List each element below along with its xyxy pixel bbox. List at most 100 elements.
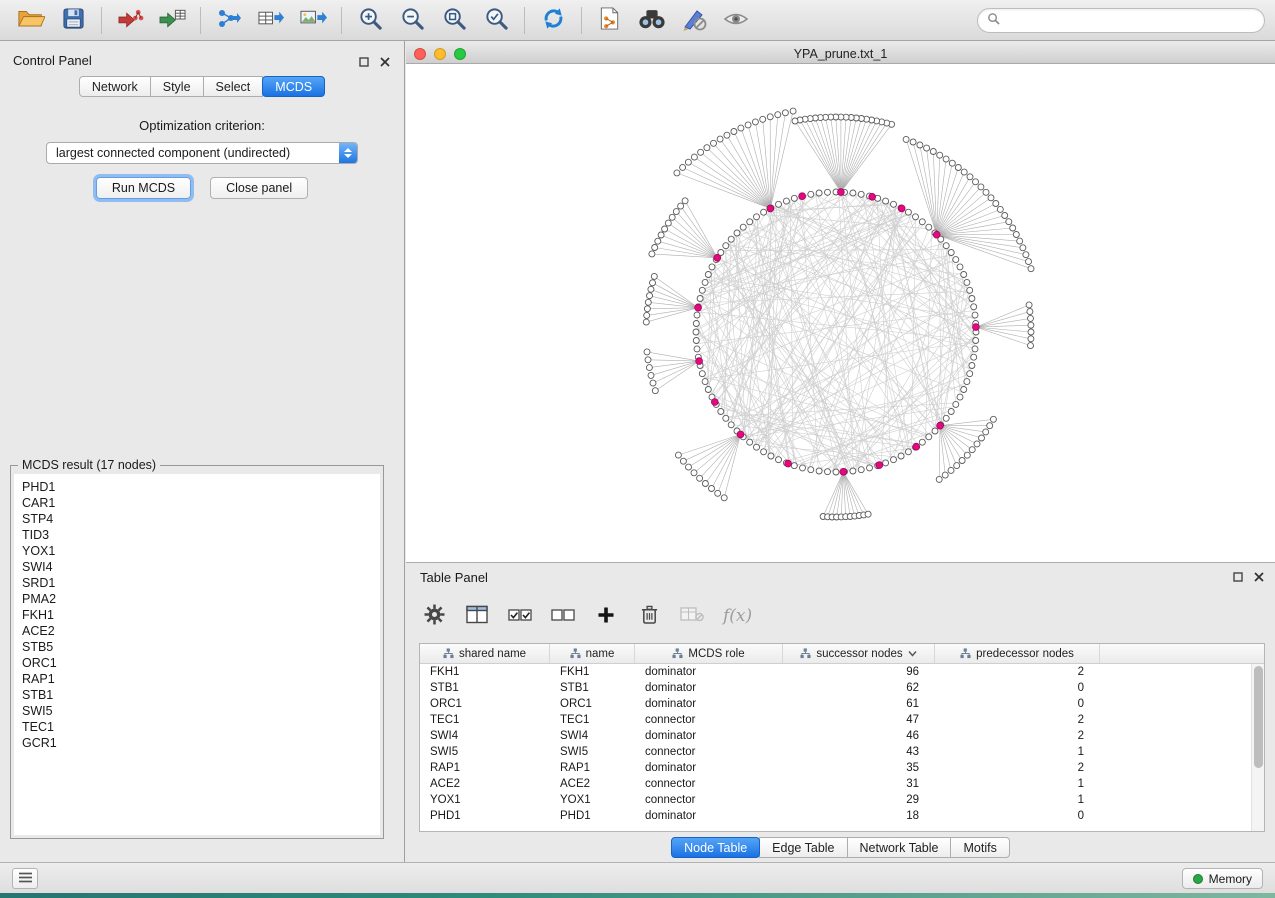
deselect-all-button[interactable]	[551, 602, 575, 630]
table-row[interactable]: SWI5 SWI5 connector 43 1	[420, 744, 1264, 760]
criterion-dropdown[interactable]: largest connected component (undirected)	[46, 142, 358, 164]
clone-network-button[interactable]	[589, 4, 631, 37]
cell-mcds-role: dominator	[635, 698, 783, 710]
column-header-shared-name[interactable]: shared name	[420, 644, 550, 663]
add-column-button[interactable]	[594, 602, 618, 630]
table-settings-button[interactable]	[422, 602, 446, 630]
list-item[interactable]: STB5	[22, 639, 380, 655]
list-item[interactable]: GCR1	[22, 735, 380, 751]
list-item[interactable]: FKH1	[22, 607, 380, 623]
memory-button[interactable]: Memory	[1182, 868, 1263, 889]
table-row[interactable]: TEC1 TEC1 connector 47 2	[420, 712, 1264, 728]
attribute-icon	[800, 648, 811, 659]
scrollbar-thumb[interactable]	[1254, 666, 1263, 768]
cell-mcds-role: connector	[635, 778, 783, 790]
tab-mcds[interactable]: MCDS	[262, 76, 325, 97]
table-row[interactable]: RAP1 RAP1 dominator 35 2	[420, 760, 1264, 776]
zoom-out-icon	[400, 6, 425, 34]
list-item[interactable]: TID3	[22, 527, 380, 543]
list-item[interactable]: SWI5	[22, 703, 380, 719]
list-item[interactable]: ACE2	[22, 623, 380, 639]
hamburger-icon	[19, 871, 32, 886]
column-header-predecessor-nodes[interactable]: predecessor nodes	[935, 644, 1100, 663]
tab-node-table[interactable]: Node Table	[671, 837, 760, 858]
tab-network[interactable]: Network	[79, 76, 151, 97]
table-panel: Table Panel	[406, 562, 1275, 862]
table-row[interactable]: FKH1 FKH1 dominator 96 2	[420, 664, 1264, 680]
table-row[interactable]: STB1 STB1 dominator 62 0	[420, 680, 1264, 696]
trash-icon	[640, 604, 659, 628]
status-menu-button[interactable]	[12, 868, 38, 889]
close-panel-icon[interactable]	[379, 56, 391, 68]
list-item[interactable]: PHD1	[22, 479, 380, 495]
list-item[interactable]: RAP1	[22, 671, 380, 687]
close-table-panel-icon[interactable]	[1253, 571, 1265, 583]
toolbar-search	[977, 8, 1265, 33]
search-input[interactable]	[1005, 13, 1255, 27]
optimization-criterion-label: Optimization criterion:	[0, 118, 404, 133]
list-item[interactable]: STB1	[22, 687, 380, 703]
delete-column-button[interactable]	[637, 602, 661, 630]
tab-edge-table[interactable]: Edge Table	[759, 837, 847, 858]
list-item[interactable]: YOX1	[22, 543, 380, 559]
refresh-button[interactable]	[532, 4, 574, 37]
import-network-button[interactable]	[151, 4, 193, 37]
list-item[interactable]: SWI4	[22, 559, 380, 575]
column-header-name[interactable]: name	[550, 644, 635, 663]
open-button[interactable]	[10, 4, 52, 37]
list-item[interactable]: PMA2	[22, 591, 380, 607]
cell-predecessor-nodes: 2	[935, 730, 1100, 742]
table-row[interactable]: ACE2 ACE2 connector 31 1	[420, 776, 1264, 792]
close-panel-button[interactable]: Close panel	[210, 177, 308, 199]
float-panel-icon[interactable]	[358, 56, 370, 68]
tab-network-table[interactable]: Network Table	[847, 837, 952, 858]
table-scrollbar[interactable]	[1251, 664, 1264, 831]
mcds-result-list[interactable]: PHD1CAR1STP4TID3YOX1SWI4SRD1PMA2FKH1ACE2…	[14, 474, 380, 835]
export-network-button[interactable]	[208, 4, 250, 37]
attribute-icon	[443, 648, 454, 659]
column-header-mcds-role[interactable]: MCDS role	[635, 644, 783, 663]
export-table-button[interactable]	[250, 4, 292, 37]
table-row[interactable]: YOX1 YOX1 connector 29 1	[420, 792, 1264, 808]
select-all-button[interactable]	[508, 602, 532, 630]
zoom-out-button[interactable]	[391, 4, 433, 37]
import-table-button[interactable]	[109, 4, 151, 37]
zoom-in-button[interactable]	[349, 4, 391, 37]
table-row[interactable]: ORC1 ORC1 dominator 61 0	[420, 696, 1264, 712]
cell-predecessor-nodes: 2	[935, 666, 1100, 678]
tab-motifs[interactable]: Motifs	[950, 837, 1009, 858]
list-item[interactable]: CAR1	[22, 495, 380, 511]
export-image-button[interactable]	[292, 4, 334, 37]
checked-boxes-icon	[508, 607, 532, 626]
fx-icon: f(x)	[723, 606, 752, 626]
cell-name: FKH1	[550, 666, 635, 678]
tab-select[interactable]: Select	[203, 76, 264, 97]
zoom-fit-button[interactable]	[433, 4, 475, 37]
list-item[interactable]: STP4	[22, 511, 380, 527]
network-window-titlebar[interactable]: YPA_prune.txt_1	[406, 45, 1275, 64]
sort-chevron-icon	[908, 650, 917, 657]
list-item[interactable]: ORC1	[22, 655, 380, 671]
zoom-selected-button[interactable]	[475, 4, 517, 37]
zoom-in-icon	[358, 6, 383, 34]
show-details-button[interactable]	[715, 4, 757, 37]
list-item[interactable]: TEC1	[22, 719, 380, 735]
style-brush-button[interactable]	[673, 4, 715, 37]
column-header-successor-nodes[interactable]: successor nodes	[783, 644, 935, 663]
toolbar-separator	[581, 7, 582, 34]
show-columns-button[interactable]	[465, 602, 489, 630]
find-button[interactable]	[631, 4, 673, 37]
network-canvas[interactable]	[406, 64, 1275, 562]
cell-shared-name: RAP1	[420, 762, 550, 774]
tab-style[interactable]: Style	[150, 76, 204, 97]
cell-successor-nodes: 29	[783, 794, 935, 806]
table-row[interactable]: SWI4 SWI4 dominator 46 2	[420, 728, 1264, 744]
column-header-filler	[1100, 644, 1264, 663]
network-view[interactable]	[406, 64, 1275, 562]
network-window-title: YPA_prune.txt_1	[406, 47, 1275, 61]
table-row[interactable]: PHD1 PHD1 dominator 18 0	[420, 808, 1264, 824]
list-item[interactable]: SRD1	[22, 575, 380, 591]
save-button[interactable]	[52, 4, 94, 37]
run-mcds-button[interactable]: Run MCDS	[96, 177, 191, 199]
float-table-panel-icon[interactable]	[1232, 571, 1244, 583]
